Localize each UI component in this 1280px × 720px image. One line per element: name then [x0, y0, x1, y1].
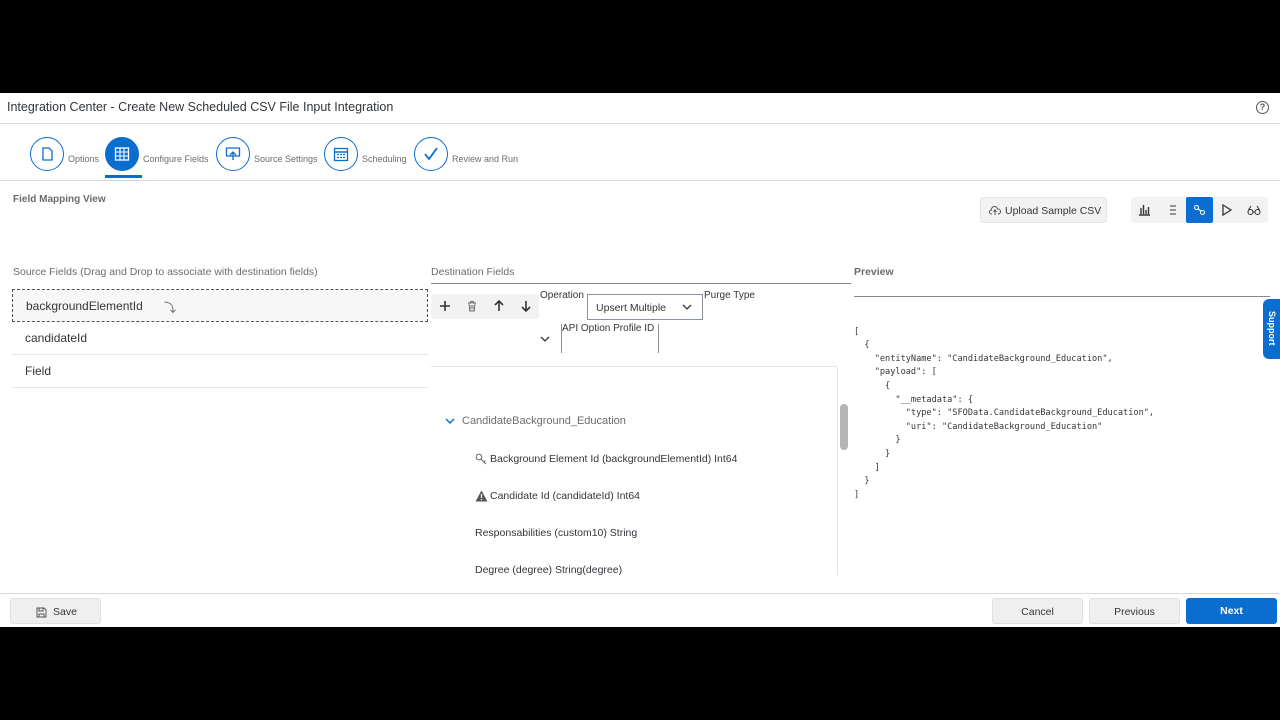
glasses-icon — [1247, 205, 1261, 216]
step-label: Configure Fields — [143, 154, 209, 164]
preview-json: [ { "entityName": "CandidateBackground_E… — [854, 312, 1154, 530]
preview-header: Preview — [854, 266, 894, 278]
source-field-item[interactable]: Field — [12, 355, 428, 388]
api-option-profile-label: API Option Profile ID — [562, 323, 655, 334]
document-icon — [30, 137, 64, 171]
next-button[interactable]: Next — [1186, 598, 1277, 624]
preview-line: { — [854, 340, 870, 351]
support-tab[interactable]: Support — [1263, 299, 1280, 359]
upload-screen-icon — [216, 137, 250, 171]
view-toolbar — [1131, 197, 1268, 223]
source-field-name: Field — [25, 364, 52, 378]
footer-bar: Save Cancel Previous Next — [0, 593, 1280, 627]
destination-fields-header: Destination Fields — [431, 266, 515, 278]
calendar-icon — [324, 137, 358, 171]
source-fields-header: Source Fields (Drag and Drop to associat… — [13, 266, 318, 278]
list-icon — [1170, 205, 1176, 215]
preview-line: ] — [854, 489, 860, 500]
add-button[interactable] — [431, 294, 458, 319]
entity-name: CandidateBackground_Education — [462, 415, 626, 427]
trash-icon — [468, 301, 476, 312]
preview-line: "payload": [ — [854, 367, 937, 378]
drag-cursor-icon: ⤵ — [164, 301, 177, 315]
help-icon[interactable]: ? — [1256, 101, 1269, 114]
upload-sample-csv-button[interactable]: Upload Sample CSV — [980, 197, 1107, 223]
save-button[interactable]: Save — [10, 598, 101, 624]
run-button[interactable] — [1213, 197, 1240, 223]
previous-button[interactable]: Previous — [1089, 598, 1180, 624]
destination-field-item[interactable]: Responsabilities (custom10) String — [475, 527, 637, 539]
delete-button[interactable] — [458, 294, 485, 319]
scrollbar-thumb[interactable] — [840, 404, 848, 450]
active-step-indicator — [105, 175, 142, 178]
chevron-down-icon — [682, 304, 692, 310]
page-title: Integration Center - Create New Schedule… — [7, 100, 394, 114]
preview-line: "type": "SFOData.CandidateBackground_Edu… — [854, 408, 1155, 419]
title-bar: Integration Center - Create New Schedule… — [0, 93, 1280, 124]
purge-type-label: Purge Type — [704, 290, 755, 301]
preview-line: } — [854, 448, 891, 459]
preview-line: } — [854, 435, 901, 446]
preview-line: ] — [854, 462, 880, 473]
arrow-up-icon — [494, 300, 504, 311]
step-label: Source Settings — [254, 154, 318, 164]
checkmark-icon — [414, 137, 448, 171]
preview-view-button[interactable] — [1240, 197, 1267, 223]
list-view-button[interactable] — [1159, 197, 1186, 223]
destination-field-item[interactable]: Degree (degree) String(degree) — [475, 564, 622, 575]
mapping-view-button[interactable] — [1186, 197, 1213, 223]
chart-view-button[interactable] — [1131, 197, 1158, 223]
tree-scrollbar[interactable] — [837, 367, 850, 575]
source-field-item[interactable]: backgroundElementId ⤵ — [12, 289, 428, 322]
operation-value: Upsert Multiple — [596, 302, 667, 314]
save-icon — [36, 607, 47, 618]
destination-divider — [431, 283, 851, 284]
cloud-upload-icon — [989, 205, 1001, 215]
cancel-button[interactable]: Cancel — [992, 598, 1083, 624]
destination-field-label: Degree (degree) String(degree) — [475, 564, 623, 575]
operation-label: Operation — [540, 290, 584, 301]
table-icon — [105, 137, 139, 171]
move-down-button[interactable] — [512, 294, 539, 319]
destination-tree: CandidateBackground_Education Background… — [431, 367, 837, 575]
play-icon — [1222, 204, 1233, 216]
destination-field-label: Background Element Id (backgroundElement… — [490, 453, 738, 465]
source-field-name: backgroundElementId — [26, 299, 143, 313]
app-window: Integration Center - Create New Schedule… — [0, 93, 1280, 627]
preview-line: } — [854, 476, 870, 487]
plus-icon — [440, 301, 450, 311]
destination-field-label: Responsabilities (custom10) String — [475, 527, 638, 539]
upload-label: Upload Sample CSV — [1005, 205, 1102, 217]
move-up-button[interactable] — [485, 294, 512, 319]
key-icon — [475, 453, 487, 465]
operation-select[interactable]: Upsert Multiple — [587, 294, 703, 320]
preview-line: "__metadata": { — [854, 394, 973, 405]
wizard-steps: Options Configure Fields Source Settings… — [0, 124, 1280, 181]
preview-line: [ — [854, 326, 860, 337]
support-label: Support — [1267, 311, 1277, 346]
chevron-down-icon — [445, 418, 455, 425]
step-label: Options — [68, 154, 100, 164]
preview-divider — [854, 296, 1270, 297]
destination-field-label: Candidate Id (candidateId) Int64 — [490, 490, 641, 502]
source-field-name: candidateId — [25, 331, 88, 345]
section-title: Field Mapping View — [13, 194, 106, 205]
preview-line: "uri": "CandidateBackground_Education" — [854, 421, 1103, 432]
warning-icon — [475, 490, 488, 502]
bar-chart-icon — [1139, 205, 1150, 216]
preview-line: "entityName": "CandidateBackground_Educa… — [854, 353, 1113, 364]
destination-toolbar — [431, 294, 539, 319]
source-field-item[interactable]: candidateId — [12, 322, 428, 355]
arrow-down-icon — [521, 301, 531, 312]
source-field-list: backgroundElementId ⤵ candidateId Field — [12, 289, 428, 388]
step-label: Review and Run — [452, 154, 519, 164]
step-label: Scheduling — [362, 154, 407, 164]
mapping-icon — [1193, 204, 1206, 216]
preview-line: { — [854, 380, 891, 391]
chevron-down-icon[interactable] — [540, 336, 550, 343]
save-label: Save — [53, 606, 77, 618]
